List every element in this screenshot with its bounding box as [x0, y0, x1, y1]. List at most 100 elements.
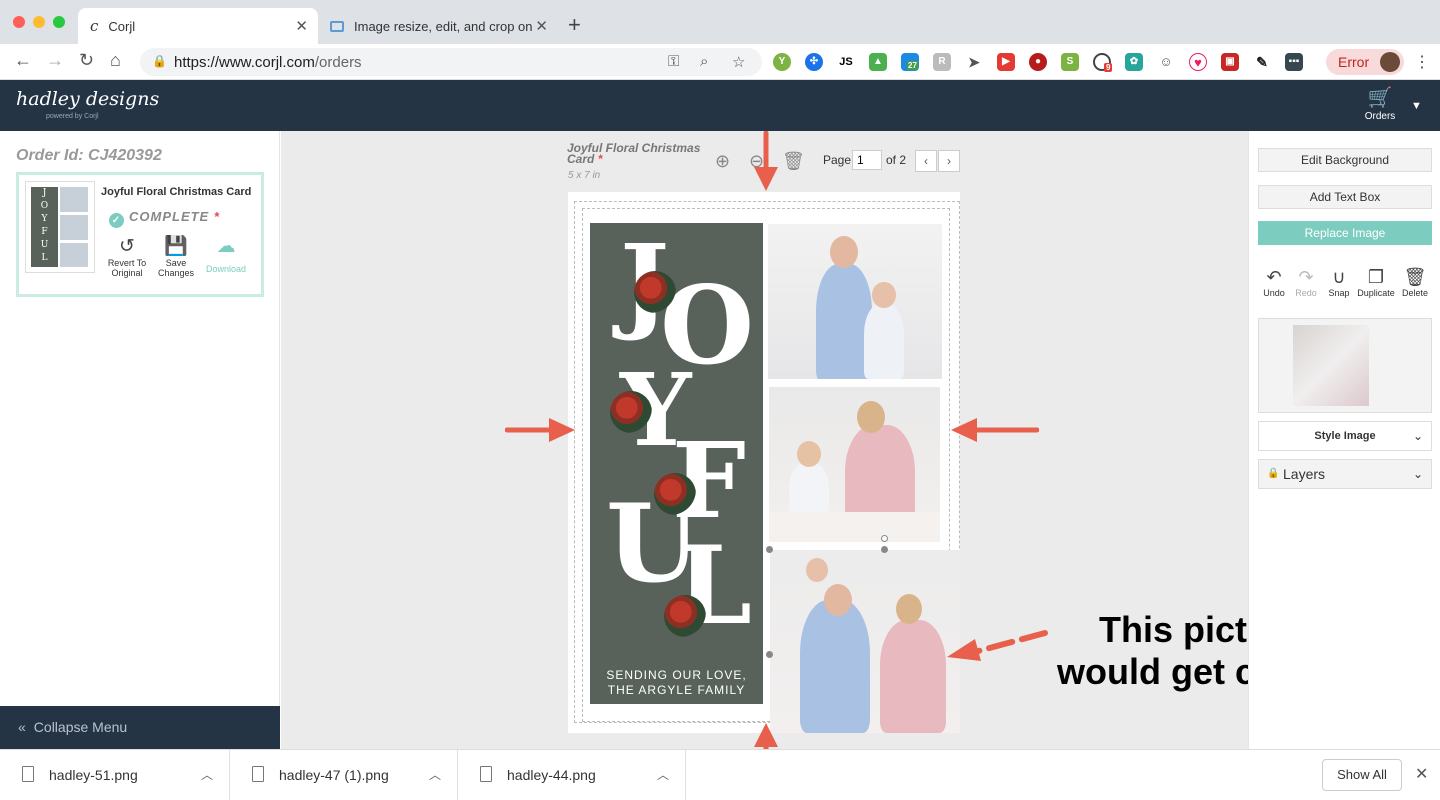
- chevron-up-icon[interactable]: ︿: [429, 766, 441, 783]
- photo-figure: [872, 282, 896, 308]
- extension-icon[interactable]: ✿: [1125, 53, 1143, 71]
- selected-image-preview[interactable]: [1258, 318, 1432, 413]
- tab-close-button[interactable]: ✕: [295, 17, 308, 35]
- save-changes-button[interactable]: 💾 Save Changes: [154, 236, 198, 278]
- chevron-up-icon[interactable]: ︿: [201, 766, 213, 783]
- collapse-menu-label: Collapse Menu: [33, 719, 128, 735]
- photo-figure: [864, 304, 904, 379]
- add-text-box-button[interactable]: Add Text Box: [1258, 185, 1432, 209]
- annotation-arrow-left: [951, 418, 1039, 442]
- extension-icon[interactable]: Y: [773, 53, 791, 71]
- order-card-title: Joyful Floral Christmas Card: [101, 186, 252, 198]
- extension-icon[interactable]: ✎: [1253, 53, 1271, 71]
- download-item[interactable]: hadley-47 (1).png ︿: [230, 750, 458, 800]
- extension-icon[interactable]: JS: [837, 53, 855, 71]
- key-icon[interactable]: ⚿: [668, 53, 679, 70]
- photo-figure: [806, 558, 828, 582]
- zoom-in-icon[interactable]: ⊕: [715, 151, 730, 172]
- thumb-letter: F: [41, 227, 48, 237]
- back-icon[interactable]: ←: [14, 50, 32, 71]
- extension-icon[interactable]: ▲: [869, 53, 887, 71]
- resize-handle[interactable]: [766, 546, 773, 553]
- extension-icon[interactable]: ●: [1029, 53, 1047, 71]
- tab-close-button[interactable]: ✕: [535, 17, 548, 35]
- close-icon[interactable]: ✕: [1415, 764, 1428, 784]
- extension-icon[interactable]: ▶: [997, 53, 1015, 71]
- chevron-down-icon: ⌄: [1412, 429, 1423, 443]
- magnet-icon: ∪: [1332, 267, 1346, 287]
- extension-icon[interactable]: ▣: [1221, 53, 1239, 71]
- family-photo-1[interactable]: [768, 224, 942, 379]
- reload-icon[interactable]: ↻: [79, 50, 94, 71]
- replace-image-button[interactable]: Replace Image: [1258, 221, 1432, 245]
- home-icon[interactable]: ⌂: [110, 50, 121, 71]
- status-text: COMPLETE: [129, 209, 210, 224]
- card-greeting: SENDING OUR LOVE, THE ARGYLE FAMILY: [590, 668, 763, 698]
- style-image-dropdown[interactable]: Style Image ⌄: [1258, 421, 1432, 451]
- download-item[interactable]: hadley-44.png ︿: [458, 750, 686, 800]
- zoom-icon[interactable]: ⌕: [700, 53, 708, 70]
- snap-button[interactable]: ∪ Snap: [1319, 266, 1359, 298]
- download-item[interactable]: hadley-51.png ︿: [0, 750, 230, 800]
- order-card[interactable]: JOYFUL Joyful Floral Christmas Card ✓ COM…: [16, 172, 264, 297]
- calendar-extension-icon[interactable]: 27: [901, 53, 919, 71]
- card-preview[interactable]: J O Y F U L SENDING OUR LOVE, THE ARGYLE…: [568, 192, 960, 733]
- url-text[interactable]: https://www.corjl.com/orders: [174, 54, 362, 71]
- download-button[interactable]: ☁ Download: [204, 236, 248, 274]
- layers-dropdown[interactable]: 🔒 Layers ⌄: [1258, 459, 1432, 489]
- duplicate-button[interactable]: ❐ Duplicate: [1356, 266, 1396, 298]
- forward-icon[interactable]: →: [46, 50, 64, 71]
- joyful-text-panel[interactable]: J O Y F U L SENDING OUR LOVE, THE ARGYLE…: [590, 223, 763, 704]
- thumb-letter: O: [40, 201, 49, 211]
- close-window-button[interactable]: [13, 16, 25, 28]
- show-all-button[interactable]: Show All: [1322, 759, 1402, 791]
- family-photo-2[interactable]: [769, 387, 940, 542]
- photo-figure: [797, 441, 821, 467]
- order-id: Order Id: CJ420392: [16, 147, 162, 164]
- orders-label: Orders: [1364, 111, 1396, 122]
- trash-icon[interactable]: 🗑: [782, 151, 805, 172]
- extension-icon[interactable]: ✣: [805, 53, 823, 71]
- delete-button[interactable]: 🗑 Delete: [1395, 266, 1435, 298]
- poinsettia-decoration: [664, 595, 706, 637]
- address-bar[interactable]: 🔒 https://www.corjl.com/orders ⚿ ⌕ ☆: [140, 48, 762, 76]
- revert-to-original-button[interactable]: ↺ Revert To Original: [105, 236, 149, 278]
- resize-handle[interactable]: [766, 651, 773, 658]
- orders-button[interactable]: 🛒 Orders: [1362, 88, 1398, 122]
- minimize-window-button[interactable]: [33, 16, 45, 28]
- url-host: https://www.corjl.com: [174, 54, 315, 71]
- bookmark-star-icon[interactable]: ☆: [732, 53, 745, 71]
- order-thumbnail[interactable]: JOYFUL: [25, 181, 95, 273]
- browser-menu-icon[interactable]: ⋮: [1414, 52, 1430, 72]
- app-header: hadley designs powered by Corjl 🛒 Orders…: [0, 80, 1440, 131]
- profile-error-button[interactable]: Error: [1326, 49, 1404, 75]
- logo-subtitle: powered by Corjl: [46, 113, 99, 120]
- avatar: [1380, 52, 1400, 72]
- notifications-extension-icon[interactable]: 9: [1093, 53, 1113, 72]
- page-number-input[interactable]: 1: [852, 150, 882, 170]
- rotate-handle[interactable]: [881, 535, 888, 542]
- extension-icon[interactable]: ▪▪▪: [1285, 53, 1303, 71]
- tab-image-resize[interactable]: Image resize, edit, and crop on ✕: [318, 8, 558, 44]
- tab-corjl[interactable]: c Corjl ✕: [78, 8, 318, 44]
- extension-icon[interactable]: R: [933, 53, 951, 71]
- prev-page-button[interactable]: ‹: [915, 150, 937, 172]
- zoom-window-button[interactable]: [53, 16, 65, 28]
- edit-background-button[interactable]: Edit Background: [1258, 148, 1432, 172]
- resize-handle[interactable]: [881, 546, 888, 553]
- thumbnail-photo: [60, 243, 88, 267]
- chevron-down-icon[interactable]: ▼: [1411, 100, 1422, 112]
- extension-icon[interactable]: ☺: [1157, 53, 1175, 71]
- extension-icon[interactable]: S: [1061, 53, 1079, 71]
- collapse-menu-button[interactable]: « Collapse Menu: [0, 706, 280, 749]
- poinsettia-decoration: [634, 271, 676, 313]
- next-page-button[interactable]: ›: [938, 150, 960, 172]
- extension-icon[interactable]: ➤: [965, 53, 983, 71]
- order-sidebar: Order Id: CJ420392 JOYFUL Joyful Floral …: [0, 131, 280, 749]
- poinsettia-decoration: [610, 391, 652, 433]
- family-photo-3-selected[interactable]: [770, 550, 960, 733]
- extension-icon[interactable]: ♥: [1189, 53, 1207, 71]
- new-tab-button[interactable]: +: [568, 12, 581, 38]
- logo[interactable]: hadley designs: [16, 88, 159, 110]
- chevron-up-icon[interactable]: ︿: [657, 766, 669, 783]
